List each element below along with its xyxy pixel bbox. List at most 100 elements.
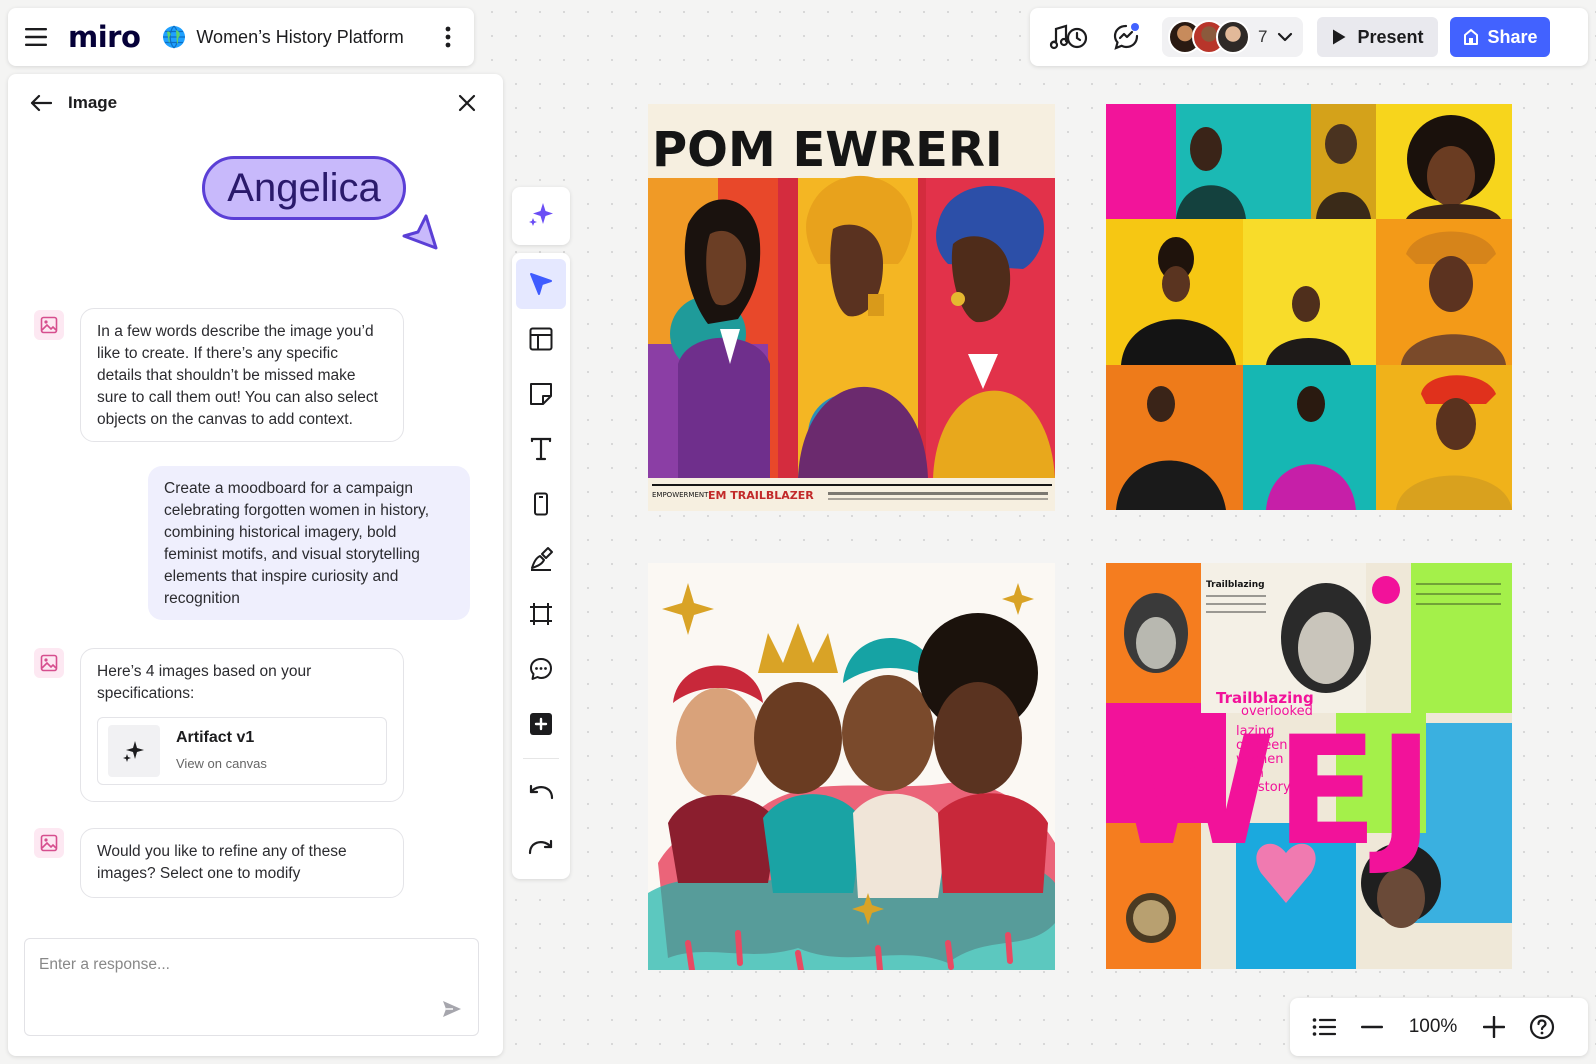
minus-icon (1361, 1025, 1383, 1029)
undo-button[interactable] (516, 769, 566, 819)
ai-image-panel: Image Angelica In a few words describe t… (8, 74, 503, 1056)
reply-box (24, 938, 479, 1036)
play-icon (1333, 29, 1346, 45)
crowned-women-watercolor (648, 563, 1055, 970)
generated-image-4[interactable]: WEJ Trailblazing overlooked Trailblazing… (1106, 563, 1512, 969)
image4-stacked-line: history (1246, 780, 1291, 795)
close-icon (458, 94, 476, 112)
board-header: miro Women’s History Platform (8, 8, 474, 66)
hamburger-icon (25, 28, 47, 46)
ai-assist-tool[interactable] (516, 189, 566, 239)
comment-icon (530, 658, 552, 680)
more-apps-tool[interactable] (516, 699, 566, 749)
share-label: Share (1487, 26, 1538, 47)
collaborator-cursor-label: Angelica (202, 156, 406, 220)
portrait-grid-collage (1106, 104, 1512, 510)
image1-headline: POM EWRERI (652, 122, 1003, 178)
miro-logo[interactable]: miro (68, 20, 141, 54)
send-icon (443, 1001, 461, 1017)
panel-title: Image (68, 93, 118, 112)
image4-overlooked: overlooked (1241, 704, 1313, 719)
image4-stacked-line: women (1236, 752, 1284, 767)
zoom-level[interactable]: 100% (1396, 1016, 1470, 1038)
plus-square-icon (530, 713, 552, 735)
chevron-down-icon (1278, 32, 1293, 42)
more-vertical-icon (445, 26, 451, 48)
collaborators-group[interactable]: 7 (1162, 17, 1304, 57)
device-frame-icon (534, 492, 548, 516)
sticky-note-tool[interactable] (516, 369, 566, 419)
collaborator-cursor-icon (402, 214, 438, 250)
board-outline-button[interactable] (1300, 1007, 1348, 1047)
sparkle-icon (123, 741, 144, 762)
image4-stacked-line: ovloeen (1236, 738, 1287, 753)
reply-input[interactable] (39, 953, 419, 977)
activity-button[interactable] (1102, 17, 1150, 57)
panel-header: Image (8, 74, 503, 132)
comment-tool[interactable] (516, 644, 566, 694)
collaborator-count: 7 (1258, 27, 1268, 46)
image4-small-heading: Trailblazing (1206, 580, 1265, 590)
image1-small-caption: EMPOWERMENT (652, 491, 709, 499)
present-button[interactable]: Present (1317, 17, 1438, 57)
frame-tool[interactable] (516, 589, 566, 639)
main-menu-button[interactable] (22, 23, 50, 51)
share-lock-icon (1463, 29, 1478, 45)
zoom-out-button[interactable] (1348, 1007, 1396, 1047)
ai-image-icon (34, 310, 64, 340)
avatar (1216, 20, 1250, 54)
board-name[interactable]: Women’s History Platform (196, 27, 403, 48)
sparkles-icon (529, 202, 553, 226)
sticky-note-icon (530, 383, 552, 405)
image-icon (40, 316, 58, 334)
redo-button[interactable] (516, 824, 566, 874)
templates-tool[interactable] (516, 314, 566, 364)
plus-icon (1483, 1016, 1505, 1038)
help-icon (1529, 1014, 1555, 1040)
generated-image-2[interactable] (1106, 104, 1512, 510)
creation-toolbar (512, 253, 570, 879)
generated-image-1[interactable]: POM EWRERI EMPOWERMENT EM TRAILBLAZER (648, 104, 1055, 511)
undo-icon (529, 784, 554, 800)
artifact-title: Artifact v1 (176, 729, 255, 746)
assistant-message-text: Here’s 4 images based on your specificat… (97, 663, 312, 702)
generated-image-3[interactable] (648, 563, 1055, 970)
ai-toolbar (512, 187, 570, 245)
cursor-icon (530, 273, 552, 295)
image-icon (40, 654, 58, 672)
board-options-button[interactable] (436, 23, 460, 51)
reactions-button[interactable] (1044, 17, 1092, 57)
vintage-collage: WEJ Trailblazing overlooked Trailblazing… (1106, 563, 1512, 969)
text-icon (530, 437, 552, 461)
share-button[interactable]: Share (1449, 17, 1550, 57)
toolbar-divider (523, 758, 559, 759)
image4-stacked-line: lazing (1236, 724, 1275, 739)
help-button[interactable] (1518, 1007, 1566, 1047)
trailblazer-portraits-illustration: POM EWRERI EMPOWERMENT EM TRAILBLAZER (648, 104, 1055, 511)
globe-icon (163, 25, 186, 49)
collaboration-bar: 7 Present Share (1030, 8, 1588, 66)
frame-icon (530, 603, 552, 625)
image-icon (40, 834, 58, 852)
close-panel-button[interactable] (453, 89, 481, 117)
artifact-card[interactable]: Artifact v1 View on canvas (97, 717, 387, 785)
ai-image-icon (34, 828, 64, 858)
shapes-tool[interactable] (516, 479, 566, 529)
select-tool[interactable] (516, 259, 566, 309)
assistant-message: Would you like to refine any of these im… (80, 828, 404, 898)
back-arrow-icon[interactable] (30, 94, 52, 112)
image1-caption: EM TRAILBLAZER (708, 489, 814, 502)
layout-icon (529, 327, 553, 351)
artifact-subtitle: View on canvas (176, 756, 267, 771)
ai-image-icon (34, 648, 64, 678)
user-message: Create a moodboard for a campaign celebr… (148, 466, 470, 620)
zoom-controls: 100% (1290, 998, 1588, 1056)
send-button[interactable] (438, 995, 466, 1023)
zoom-in-button[interactable] (1470, 1007, 1518, 1047)
pen-tool[interactable] (516, 534, 566, 584)
artifact-thumbnail (108, 725, 160, 777)
text-tool[interactable] (516, 424, 566, 474)
pen-icon (531, 547, 553, 571)
chat-activity-icon (1113, 23, 1139, 50)
present-label: Present (1357, 26, 1424, 47)
